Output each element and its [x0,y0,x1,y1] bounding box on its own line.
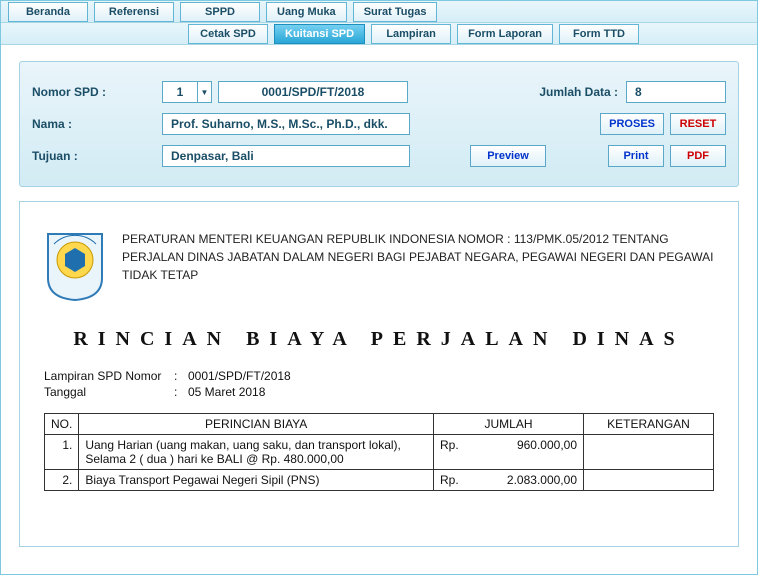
tab-row-primary: Beranda Referensi SPPD Uang Muka Surat T… [1,1,757,23]
nomor-spd-label: Nomor SPD : [32,85,162,99]
tab-surat-tugas[interactable]: Surat Tugas [353,2,438,22]
cell-desc: Uang Harian (uang makan, uang saku, dan … [79,435,434,470]
tujuan-input[interactable]: Denpasar, Bali [162,145,410,167]
tab-form-ttd[interactable]: Form TTD [559,24,639,44]
nomor-spd-spinner[interactable]: 1 ▼ [162,81,212,103]
cell-ket [584,435,714,470]
cell-desc: Biaya Transport Pegawai Negeri Sipil (PN… [79,470,434,491]
nama-label: Nama : [32,117,162,131]
table-row: 2. Biaya Transport Pegawai Negeri Sipil … [45,470,714,491]
lampiran-label: Lampiran SPD Nomor [44,369,174,383]
tujuan-label: Tujuan : [32,149,162,163]
nomor-spd-display: 0001/SPD/FT/2018 [218,81,408,103]
tab-row-secondary: Cetak SPD Kuitansi SPD Lampiran Form Lap… [1,23,757,45]
currency-label: Rp. [440,473,468,487]
tab-lampiran[interactable]: Lampiran [371,24,451,44]
table-header-row: NO. PERINCIAN BIAYA JUMLAH KETERANGAN [45,414,714,435]
pdf-button[interactable]: PDF [670,145,726,167]
tanggal-label: Tanggal [44,385,174,399]
cell-no: 2. [45,470,79,491]
document-title: RINCIAN BIAYA PERJALAN DINAS [44,328,714,351]
meta-lampiran: Lampiran SPD Nomor : 0001/SPD/FT/2018 [44,369,714,383]
meta-tanggal: Tanggal : 05 Maret 2018 [44,385,714,399]
tab-kuitansi-spd[interactable]: Kuitansi SPD [274,24,365,44]
cell-ket [584,470,714,491]
currency-label: Rp. [440,438,468,452]
chevron-down-icon[interactable]: ▼ [197,82,211,102]
tab-referensi[interactable]: Referensi [94,2,174,22]
action-buttons-2: Print PDF [608,145,726,167]
row-nomor-spd: Nomor SPD : 1 ▼ 0001/SPD/FT/2018 Jumlah … [20,76,738,108]
regulation-text: PERATURAN MENTERI KEUANGAN REPUBLIK INDO… [122,230,714,284]
th-ket: KETERANGAN [584,414,714,435]
tab-cetak-spd[interactable]: Cetak SPD [188,24,268,44]
jumlah-data-label: Jumlah Data : [539,85,618,99]
tab-uang-muka[interactable]: Uang Muka [266,2,347,22]
cell-jumlah: Rp. 960.000,00 [434,435,584,470]
cell-jumlah: Rp. 2.083.000,00 [434,470,584,491]
form-panel: Nomor SPD : 1 ▼ 0001/SPD/FT/2018 Jumlah … [19,61,739,187]
tab-sppd[interactable]: SPPD [180,2,260,22]
tab-form-laporan[interactable]: Form Laporan [457,24,553,44]
nomor-spd-controls: 1 ▼ 0001/SPD/FT/2018 [162,81,408,103]
app-window: Beranda Referensi SPPD Uang Muka Surat T… [0,0,758,575]
nomor-spd-value: 1 [163,85,197,99]
action-buttons-1: PROSES RESET [600,113,726,135]
jumlah-data-value: 8 [626,81,726,103]
row-tujuan: Tujuan : Denpasar, Bali Preview Print PD… [20,140,738,172]
proses-button[interactable]: PROSES [600,113,664,135]
th-desc: PERINCIAN BIAYA [79,414,434,435]
cell-no: 1. [45,435,79,470]
reset-button[interactable]: RESET [670,113,726,135]
amount-value: 2.083.000,00 [468,473,577,487]
table-row: 1. Uang Harian (uang makan, uang saku, d… [45,435,714,470]
amount-value: 960.000,00 [468,438,577,452]
document-preview: PERATURAN MENTERI KEUANGAN REPUBLIK INDO… [19,201,739,547]
row-nama: Nama : Prof. Suharno, M.S., M.Sc., Ph.D.… [20,108,738,140]
nama-input[interactable]: Prof. Suharno, M.S., M.Sc., Ph.D., dkk. [162,113,410,135]
doc-header: PERATURAN MENTERI KEUANGAN REPUBLIK INDO… [44,230,714,302]
rincian-table: NO. PERINCIAN BIAYA JUMLAH KETERANGAN 1.… [44,413,714,491]
th-no: NO. [45,414,79,435]
th-jumlah: JUMLAH [434,414,584,435]
content-area: Nomor SPD : 1 ▼ 0001/SPD/FT/2018 Jumlah … [1,47,757,574]
tanggal-value: 05 Maret 2018 [188,385,265,399]
lampiran-value: 0001/SPD/FT/2018 [188,369,291,383]
university-logo-icon [44,230,106,302]
print-button[interactable]: Print [608,145,664,167]
tab-beranda[interactable]: Beranda [8,2,88,22]
preview-button[interactable]: Preview [470,145,546,167]
